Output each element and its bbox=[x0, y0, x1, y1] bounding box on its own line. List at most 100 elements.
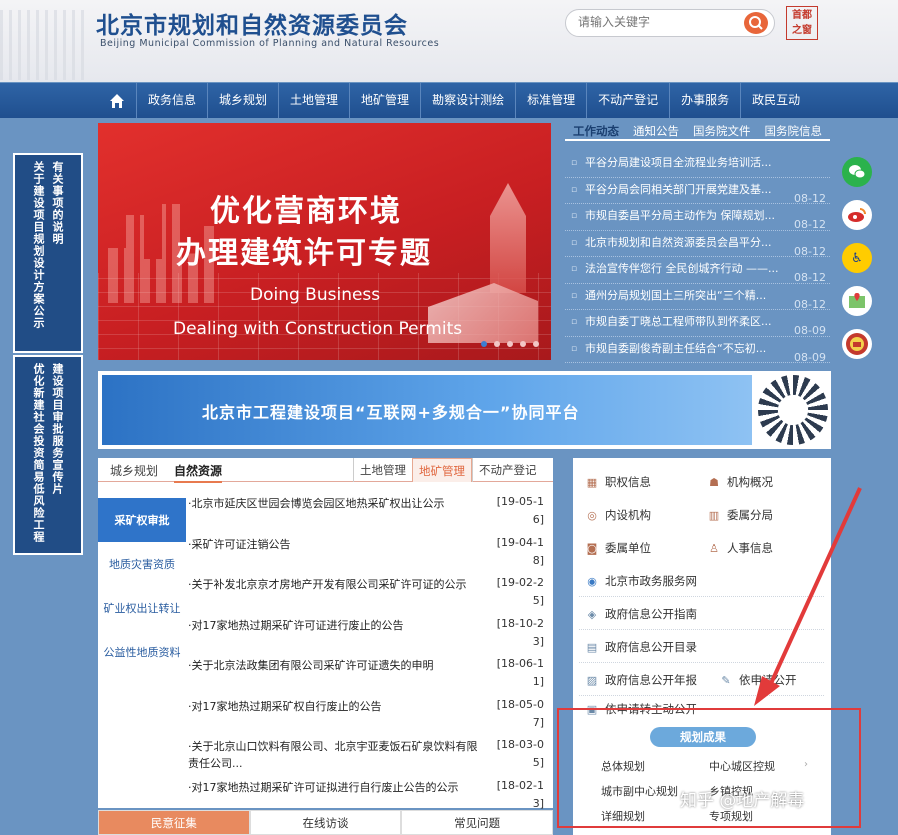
globe-icon: ◉ bbox=[587, 574, 597, 588]
service-internal-org[interactable]: ◎ 内设机构 bbox=[585, 507, 651, 523]
list-item[interactable]: ·关于北京山口饮料有限公司、北京宇亚麦饭石矿泉饮料有限责任公司... [18-03… bbox=[188, 734, 548, 775]
red-annotation-arrow-icon bbox=[754, 487, 862, 706]
org-icon: ◎ bbox=[587, 508, 597, 522]
nav-item-services[interactable]: 办事服务 bbox=[669, 83, 740, 118]
carousel-dot[interactable] bbox=[507, 341, 513, 347]
branch-icon: ▥ bbox=[708, 508, 720, 522]
platform-banner-text: 北京市工程建设项目“互联网+多规合一”协同平台 bbox=[202, 403, 580, 422]
list-item[interactable]: ▫ 法治宣传伴您行 全民创城齐行动 ——... 08-12 bbox=[565, 257, 830, 284]
list-item[interactable]: ·北京市延庆区世园会博览会园区地热采矿权出让公示 [19-05-16] bbox=[188, 491, 548, 532]
tab-notices[interactable]: 通知公告 bbox=[633, 123, 679, 139]
weibo-icon[interactable] bbox=[842, 200, 872, 230]
list-item[interactable]: ·对17家地热过期采矿许可证拟进行自行废止公告的公示 [18-02-13] bbox=[188, 775, 548, 816]
carousel-dot[interactable] bbox=[533, 341, 539, 347]
tab-faq[interactable]: 常见问题 bbox=[401, 810, 554, 835]
search-icon bbox=[749, 16, 763, 30]
search-box bbox=[565, 9, 775, 37]
site-subtitle: Beijing Municipal Commission of Planning… bbox=[100, 38, 440, 49]
nav-item-land-management[interactable]: 土地管理 bbox=[278, 83, 349, 118]
qr-code-icon bbox=[758, 375, 828, 445]
left-link-low-risk-projects[interactable]: 优化新建社会投资简易低风险工程 建设项目审批服务宣传片 bbox=[13, 355, 83, 555]
collaboration-platform-banner[interactable]: 北京市工程建设项目“互联网+多规合一”协同平台 bbox=[98, 371, 831, 449]
left-link-text: 建设项目审批服务宣传片 bbox=[51, 363, 64, 495]
catalog-icon: ▤ bbox=[586, 640, 598, 654]
unit-icon: ◙ bbox=[586, 541, 598, 555]
nav-home-button[interactable] bbox=[98, 83, 136, 118]
plan-link-sub-center[interactable]: 城市副中心规划 bbox=[601, 783, 678, 799]
list-item[interactable]: ▫ 平谷分局建设项目全流程业务培训活... bbox=[565, 151, 830, 178]
nav-item-interaction[interactable]: 政民互动 bbox=[740, 83, 811, 118]
emblem-icon[interactable] bbox=[842, 329, 872, 359]
map-icon[interactable] bbox=[842, 286, 872, 316]
category-public-geo-data[interactable]: 公益性地质资料 bbox=[98, 630, 186, 674]
list-item[interactable]: ▫ 市规自委丁晓总工程师带队到怀柔区... 08-09 bbox=[565, 310, 830, 337]
plan-link-central-control[interactable]: 中心城区控规 bbox=[709, 758, 775, 774]
hero-banner[interactable]: 优化营商环境 办理建筑许可专题 Doing Business Dealing w… bbox=[98, 123, 551, 360]
list-item[interactable]: ·对17家地热过期采矿许可证进行废止的公告 [18-10-23] bbox=[188, 613, 548, 654]
tab-public-opinion[interactable]: 民意征集 bbox=[98, 810, 250, 835]
news-tabs: 工作动态 通知公告 国务院文件 国务院信息 bbox=[565, 123, 830, 141]
document-edit-icon: ✎ bbox=[721, 673, 731, 687]
list-item[interactable]: ▫ 平谷分局会同相关部门开展党建及基... 08-12 bbox=[565, 178, 830, 205]
accessibility-icon[interactable]: ♿ bbox=[842, 243, 872, 273]
category-mining-transfer[interactable]: 矿业权出让转让 bbox=[98, 586, 186, 630]
site-title[interactable]: 北京市规划和自然资源委员会 bbox=[96, 6, 408, 40]
nav-item-mining-management[interactable]: 地矿管理 bbox=[349, 83, 420, 118]
tab-work-news[interactable]: 工作动态 bbox=[573, 123, 619, 139]
tab-land-management[interactable]: 土地管理 bbox=[353, 458, 412, 482]
list-item[interactable]: ·对17家地热过期采矿权自行废止的公告 [18-05-07] bbox=[188, 694, 548, 735]
plan-link-master[interactable]: 总体规划 bbox=[601, 758, 645, 774]
tab-urban-planning[interactable]: 城乡规划 bbox=[110, 462, 158, 479]
service-gov-service-net[interactable]: ◉ 北京市政务服务网 bbox=[585, 573, 697, 589]
land-subtabs: 土地管理 地矿管理 不动产登记 bbox=[353, 458, 543, 482]
tab-state-council-docs[interactable]: 国务院文件 bbox=[693, 123, 751, 139]
nav-item-gov-info[interactable]: 政务信息 bbox=[136, 83, 207, 118]
carousel-dot[interactable] bbox=[481, 341, 487, 347]
main-nav: 政务信息 城乡规划 土地管理 地矿管理 勘察设计测绘 标准管理 不动产登记 办事… bbox=[0, 83, 898, 118]
chevron-right-icon: › bbox=[804, 759, 808, 770]
category-list: 采矿权审批 地质灾害资质 矿业权出让转让 公益性地质资料 bbox=[98, 498, 186, 674]
banner-headline: 优化营商环境 bbox=[210, 194, 402, 229]
list-item[interactable]: ▫ 市规自委昌平分局主动作为 保障规划... 08-12 bbox=[565, 204, 830, 231]
list-item[interactable]: ·关于补发北京京才房地产开发有限公司采矿许可证的公示 [19-02-25] bbox=[188, 572, 548, 613]
list-item[interactable]: ·关于北京法政集团有限公司采矿许可证遗失的申明 [18-06-11] bbox=[188, 653, 548, 694]
category-geo-hazard[interactable]: 地质灾害资质 bbox=[98, 542, 186, 586]
category-mining-approval[interactable]: 采矿权审批 bbox=[98, 498, 186, 542]
nav-item-real-estate[interactable]: 不动产登记 bbox=[586, 83, 669, 118]
home-icon bbox=[110, 93, 124, 108]
service-powers-info[interactable]: ▦ 职权信息 bbox=[585, 474, 651, 490]
carousel-dot[interactable] bbox=[520, 341, 526, 347]
planning-results-title[interactable]: 规划成果 bbox=[650, 727, 756, 747]
tab-real-estate-registration[interactable]: 不动产登记 bbox=[472, 458, 543, 482]
search-button[interactable] bbox=[744, 12, 768, 34]
nav-item-survey-design[interactable]: 勘察设计测绘 bbox=[420, 83, 515, 118]
service-disclosure-guide[interactable]: ◈ 政府信息公开指南 bbox=[585, 606, 697, 622]
search-input[interactable] bbox=[578, 15, 738, 29]
service-disclosure-catalog[interactable]: ▤ 政府信息公开目录 bbox=[585, 639, 697, 655]
nav-item-urban-planning[interactable]: 城乡规划 bbox=[207, 83, 278, 118]
plan-link-detailed[interactable]: 详细规划 bbox=[601, 808, 645, 824]
list-item[interactable]: ▫ 北京市规划和自然资源委员会昌平分... 08-12 bbox=[565, 231, 830, 258]
carousel-dot[interactable] bbox=[494, 341, 500, 347]
list-item[interactable]: ▫ 通州分局规划国土三所突出“三个精... 08-12 bbox=[565, 284, 830, 311]
compass-icon: ◈ bbox=[587, 607, 597, 621]
left-link-plan-publicity[interactable]: 关于建设项目规划设计方案公示 有关事项的说明 bbox=[13, 153, 83, 353]
notice-list: ·北京市延庆区世园会博览会园区地热采矿权出让公示 [19-05-16] ·采矿许可… bbox=[188, 491, 548, 815]
banner-headline-2: 办理建筑许可专题 bbox=[176, 236, 432, 271]
service-affiliated-units[interactable]: ◙ 委属单位 bbox=[585, 540, 651, 556]
capital-window-logo[interactable]: 首都 之窗 bbox=[786, 6, 818, 40]
tab-natural-resources[interactable]: 自然资源 bbox=[174, 462, 223, 483]
nav-item-standards[interactable]: 标准管理 bbox=[515, 83, 586, 118]
platform-banner-bg: 北京市工程建设项目“互联网+多规合一”协同平台 bbox=[102, 375, 752, 445]
tab-mining-management[interactable]: 地矿管理 bbox=[412, 458, 472, 482]
wechat-icon[interactable] bbox=[842, 157, 872, 187]
list-item[interactable]: ·采矿许可证注销公告 [19-04-18] bbox=[188, 532, 548, 573]
service-disclosure-annual-report[interactable]: ▨ 政府信息公开年报 bbox=[585, 672, 697, 688]
list-item[interactable]: ▫ 市规自委副俊奇副主任结合“不忘初... 08-09 bbox=[565, 337, 830, 364]
left-link-text: 优化新建社会投资简易低风险工程 bbox=[32, 363, 45, 543]
left-link-text: 关于建设项目规划设计方案公示 bbox=[32, 161, 45, 329]
bottom-tabs: 民意征集 在线访谈 常见问题 bbox=[98, 810, 554, 835]
tab-state-council-info[interactable]: 国务院信息 bbox=[765, 123, 823, 139]
banner-english-line-2: Dealing with Construction Permits bbox=[173, 319, 463, 339]
tab-online-interview[interactable]: 在线访谈 bbox=[249, 810, 402, 835]
